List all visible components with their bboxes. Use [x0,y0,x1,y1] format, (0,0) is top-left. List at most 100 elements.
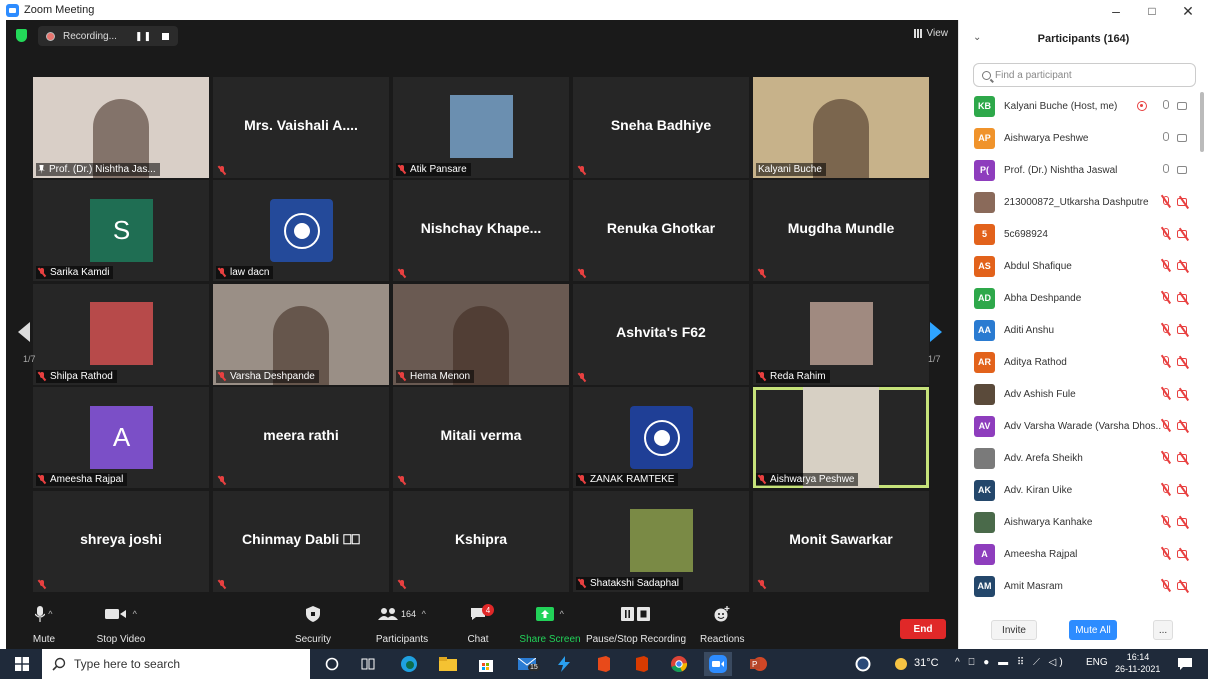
notifications-icon[interactable] [1176,655,1194,673]
video-tile[interactable]: ZANAK RAMTEKE [573,387,749,488]
chat-label: Chat [467,634,489,645]
end-meeting-button[interactable]: End [900,619,946,639]
mute-all-button[interactable]: Mute All [1069,620,1117,640]
video-tile[interactable]: Aishwarya Peshwe [753,387,929,488]
video-tile[interactable]: Nishchay Khape... [393,180,569,281]
power-automate-icon[interactable] [554,655,574,673]
mute-button[interactable]: ^ Mute [24,601,64,649]
participant-row[interactable]: AP Aishwarya Peshwe [959,122,1199,154]
participants-footer: Invite Mute All ... [959,614,1208,649]
video-tile[interactable]: law dacn [213,180,389,281]
security-shield-icon[interactable] [16,29,27,42]
video-tile[interactable]: Kshipra [393,491,569,592]
view-button[interactable]: View [913,28,948,39]
office-icon[interactable] [592,655,614,673]
participant-row[interactable]: 213000872_Utkarsha Dashputre [959,186,1199,218]
help-icon[interactable] [852,655,874,673]
tile-name-label: Sarika Kamdi [36,266,114,279]
language-indicator[interactable]: ENG [1086,657,1108,668]
more-options-button[interactable]: ... [1153,620,1173,640]
svg-text:P: P [752,660,757,669]
chat-button[interactable]: 4 Chat [458,601,498,649]
taskbar-search-icon [52,657,66,671]
participant-row[interactable]: AA Aditi Anshu [959,314,1199,346]
video-tile[interactable]: Hema Menon [393,284,569,385]
participant-row[interactable]: 5 5c698924 [959,218,1199,250]
task-view-icon[interactable] [358,655,378,673]
participant-row[interactable]: Adv Ashish Fule [959,378,1199,410]
edge-browser-icon[interactable] [398,655,420,673]
store-icon[interactable] [475,655,497,673]
video-tile[interactable]: Sneha Badhiye [573,77,749,178]
participant-row[interactable]: AV Adv Varsha Warade (Varsha Dhos... [959,410,1199,442]
video-tile[interactable]: Atik Pansare [393,77,569,178]
clock-time[interactable]: 16:14 [1124,652,1152,662]
pause-stop-recording-button[interactable]: Pause/Stop Recording [584,601,688,649]
video-tile[interactable]: Reda Rahim [753,284,929,385]
video-tile[interactable]: Renuka Ghotkar [573,180,749,281]
video-tile[interactable]: Varsha Deshpande [213,284,389,385]
participant-name-large: Mrs. Vaishali A.... [244,117,358,133]
participant-avatar: KB [974,95,995,117]
find-participant-input[interactable]: Find a participant [973,63,1196,87]
cortana-icon[interactable] [322,655,342,673]
muted-mic-icon [578,475,586,484]
clock-date[interactable]: 26-11-2021 [1115,664,1160,674]
next-page-arrow-icon[interactable] [930,322,942,342]
taskbar-search-box[interactable]: Type here to search [42,649,310,679]
video-tile[interactable]: Mugdha Mundle [753,180,929,281]
video-tile[interactable]: Shilpa Rathod [33,284,209,385]
participant-row[interactable]: KB Kalyani Buche (Host, me) [959,90,1199,122]
chrome-browser-icon[interactable] [668,655,690,673]
participant-row[interactable]: AD Abha Deshpande [959,282,1199,314]
video-tile[interactable]: shreya joshi [33,491,209,592]
minimize-button[interactable]: – [1098,0,1134,22]
participant-row[interactable]: AR Aditya Rathod [959,346,1199,378]
participant-row[interactable]: Aishwarya Kanhake [959,506,1199,538]
powerpoint-icon[interactable]: P [746,655,772,673]
participant-avatar: AS [974,255,995,277]
reactions-button[interactable]: Reactions [700,601,744,649]
participant-row[interactable]: A Ameesha Rajpal [959,538,1199,570]
muted-mic-icon [218,372,226,381]
maximize-button[interactable]: □ [1134,0,1170,22]
share-screen-button[interactable]: ^ Share Screen [512,601,588,649]
zoom-taskbar-icon[interactable] [704,652,732,676]
stop-video-button[interactable]: ^ Stop Video [86,601,156,649]
tile-name-label [576,372,590,383]
windows-start-icon[interactable] [12,655,32,673]
video-tile[interactable]: Kalyani Buche [753,77,929,178]
video-tile[interactable]: Monit Sawarkar [753,491,929,592]
microphone-icon [35,606,46,622]
video-tile[interactable]: meera rathi [213,387,389,488]
title-bar: Zoom Meeting [0,0,1208,20]
video-tile[interactable]: Prof. (Dr.) Nishtha Jas... [33,77,209,178]
video-tile[interactable]: Mitali verma [393,387,569,488]
video-tile[interactable]: Chinmay Dabli ⎕⎕ [213,491,389,592]
video-tile[interactable]: S Sarika Kamdi [33,180,209,281]
participant-avatar: AA [974,319,995,341]
video-tile[interactable]: A Ameesha Rajpal [33,387,209,488]
participant-row[interactable]: AK Adv. Kiran Uike [959,474,1199,506]
security-button[interactable]: Security [288,601,338,649]
stop-recording-icon[interactable] [162,32,170,40]
participant-row[interactable]: AS Abdul Shafique [959,250,1199,282]
participant-row[interactable]: P(Prof. (Dr.) Nishtha Jaswal [959,154,1199,186]
participants-button[interactable]: 164 ^ Participants [362,601,442,649]
pause-recording-icon[interactable]: ❚❚ [135,31,152,42]
video-tile[interactable]: Shatakshi Sadaphal [573,491,749,592]
file-explorer-icon[interactable] [437,655,459,673]
tile-name-label [756,268,770,279]
mail-icon[interactable]: 15 [514,655,540,673]
participant-row[interactable]: Adv. Arefa Sheikh [959,442,1199,474]
previous-page-arrow-icon[interactable] [18,322,30,342]
office-app-icon[interactable] [630,655,652,673]
participant-list-scrollbar[interactable] [1200,92,1204,152]
video-tile[interactable]: Mrs. Vaishali A.... [213,77,389,178]
invite-button[interactable]: Invite [991,620,1037,640]
participant-row[interactable]: AM Amit Masram [959,570,1199,602]
video-tile[interactable]: Ashvita's F62 [573,284,749,385]
close-button[interactable]: ✕ [1170,0,1206,22]
system-tray-icons[interactable]: ^ ⎕ ● ▬ ⠿ ⟋ ◁) [955,657,1066,668]
tile-name-text: Kalyani Buche [758,164,822,175]
